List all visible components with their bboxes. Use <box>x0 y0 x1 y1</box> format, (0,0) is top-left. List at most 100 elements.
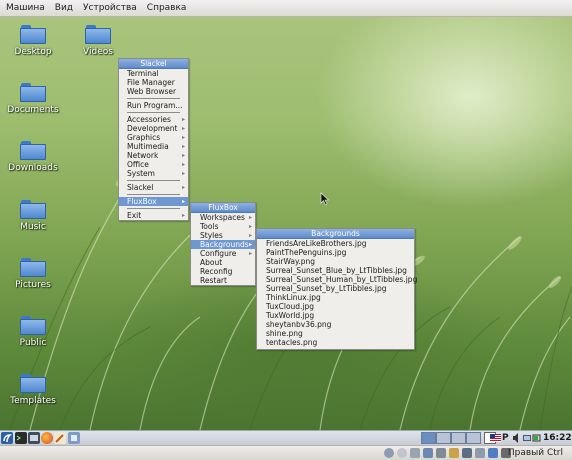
folder-icon <box>20 25 46 44</box>
menu-item-label: FluxBox <box>127 197 157 206</box>
shared-folders-icon[interactable] <box>449 448 459 458</box>
workspace-2[interactable] <box>436 432 451 444</box>
menu-item-office[interactable]: Office ▸ <box>119 160 188 169</box>
desktop-icon-videos[interactable]: Videos <box>70 25 126 57</box>
background-item[interactable]: sheytanbv36.png <box>257 320 414 329</box>
menu-item-restart[interactable]: Restart <box>191 276 255 285</box>
battery-icon[interactable] <box>532 432 542 444</box>
menu-machine[interactable]: Машина <box>0 3 50 13</box>
vbox-statusbar: Правый Ctrl <box>0 445 572 460</box>
file-manager-icon[interactable] <box>68 432 80 444</box>
fluxbox-submenu-title: FluxBox <box>191 203 255 213</box>
submenu-arrow-icon: ▸ <box>181 170 185 177</box>
desktop[interactable]: Desktop Videos Documents Downloads Music… <box>0 17 572 430</box>
workspace-1[interactable] <box>421 432 436 444</box>
menu-item-styles[interactable]: Styles ▸ <box>191 231 255 240</box>
network-adapter-icon[interactable] <box>423 448 433 458</box>
workspace-3[interactable] <box>451 432 466 444</box>
menu-item-graphics[interactable]: Graphics ▸ <box>119 133 188 142</box>
menu-item-label: Network <box>127 151 159 160</box>
submenu-arrow-icon: ▸ <box>181 125 185 132</box>
menu-bottom-padding <box>257 347 414 349</box>
background-item[interactable]: PaintThePenguins.jpg <box>257 248 414 257</box>
host-key-label: Правый Ctrl <box>507 448 563 458</box>
menu-view[interactable]: Вид <box>50 3 78 13</box>
slackel-menu-icon[interactable] <box>1 432 13 444</box>
menu-item-reconfig[interactable]: Reconfig <box>191 267 255 276</box>
menu-item-about[interactable]: About <box>191 258 255 267</box>
backgrounds-submenu: Backgrounds FriendsAreLikeBrothers.jpg P… <box>256 228 417 350</box>
menu-devices[interactable]: Устройства <box>78 3 142 13</box>
us-flag-icon[interactable] <box>490 434 501 442</box>
background-item[interactable]: StairWay.png <box>257 257 414 266</box>
firefox-icon[interactable] <box>41 432 53 444</box>
submenu-arrow-icon: ▸ <box>181 212 185 219</box>
text-editor-icon[interactable] <box>54 432 66 444</box>
background-item[interactable]: shine.png <box>257 329 414 338</box>
background-item[interactable]: ThinkLinux.jpg <box>257 293 414 302</box>
background-item[interactable]: Surreal_Sunset_Human_by_LtTibbles.jpg <box>257 275 417 284</box>
clock[interactable]: 16:22 <box>543 432 572 444</box>
desktop-icon-public[interactable]: Public <box>5 316 61 348</box>
menu-item-workspaces[interactable]: Workspaces ▸ <box>191 213 255 222</box>
desktop-icon-documents[interactable]: Documents <box>5 83 61 115</box>
submenu-arrow-icon: ▸ <box>181 184 185 191</box>
terminal-icon[interactable] <box>15 432 27 444</box>
menu-item-network[interactable]: Network ▸ <box>119 151 188 160</box>
root-menu: Slackel Terminal File Manager Web Browse… <box>118 58 189 221</box>
background-item[interactable]: TuxWorld.jpg <box>257 311 414 320</box>
workspace-4[interactable] <box>466 432 481 444</box>
display-icon[interactable] <box>462 448 472 458</box>
background-item[interactable]: Surreal_Sunset_by_LtTibbles.jpg <box>257 284 414 293</box>
menu-item-backgrounds[interactable]: Backgrounds ▸ <box>191 240 255 249</box>
desktop-icon-label: Documents <box>7 105 59 115</box>
folder-icon <box>20 374 46 393</box>
background-item[interactable]: TuxCloud.jpg <box>257 302 414 311</box>
menu-item-multimedia[interactable]: Multimedia ▸ <box>119 142 188 151</box>
hdd-icon[interactable] <box>384 448 394 458</box>
menu-help[interactable]: Справка <box>142 3 192 13</box>
desktop-icon-label: Desktop <box>14 47 52 57</box>
menu-item-system[interactable]: System ▸ <box>119 169 188 178</box>
menu-item-configure[interactable]: Configure ▸ <box>191 249 255 258</box>
keyboard-layout-indicator[interactable]: P <box>502 432 510 444</box>
submenu-arrow-icon: ▸ <box>248 241 252 248</box>
menu-item-accessories[interactable]: Accessories ▸ <box>119 115 188 124</box>
menu-item-fluxbox[interactable]: FluxBox ▸ <box>119 197 188 206</box>
background-item[interactable]: FriendsAreLikeBrothers.jpg <box>257 239 414 248</box>
menu-item-terminal[interactable]: Terminal <box>119 69 188 78</box>
submenu-arrow-icon: ▸ <box>248 250 252 257</box>
menu-item-run-program[interactable]: Run Program... <box>119 101 188 110</box>
menu-item-label: Tools <box>200 222 219 231</box>
menu-item-exit[interactable]: Exit ▸ <box>119 211 188 220</box>
optical-drive-icon[interactable] <box>397 448 407 458</box>
menu-item-label: Exit <box>127 211 142 220</box>
menu-item-label: Office <box>127 160 149 169</box>
background-item[interactable]: tentacles.png <box>257 338 414 347</box>
audio-icon[interactable] <box>410 448 420 458</box>
menu-item-web-browser[interactable]: Web Browser <box>119 87 188 96</box>
network-icon[interactable] <box>522 432 532 444</box>
menu-item-tools[interactable]: Tools ▸ <box>191 222 255 231</box>
volume-icon[interactable] <box>512 432 521 444</box>
desktop-icon-downloads[interactable]: Downloads <box>5 141 61 173</box>
workspace-pager <box>421 432 481 444</box>
desktop-icon-templates[interactable]: Templates <box>5 374 61 406</box>
background-item[interactable]: Surreal_Sunset_Blue_by_LtTibbles.jpg <box>257 266 414 275</box>
usb-icon[interactable] <box>436 448 446 458</box>
desktop-icon-music[interactable]: Music <box>5 200 61 232</box>
fluxbox-toolbar: P 16:22 <box>0 430 572 445</box>
menu-item-label: Accessories <box>127 115 171 124</box>
desktop-icon-desktop[interactable]: Desktop <box>5 25 61 57</box>
menu-item-label: Styles <box>200 231 223 240</box>
submenu-arrow-icon: ▸ <box>181 143 185 150</box>
terminal-2-icon[interactable] <box>28 432 40 444</box>
folder-icon <box>20 316 46 335</box>
menu-item-development[interactable]: Development ▸ <box>119 124 188 133</box>
fluxbox-submenu: FluxBox Workspaces ▸ Tools ▸ Styles ▸ Backg… <box>190 202 256 286</box>
desktop-icon-pictures[interactable]: Pictures <box>5 258 61 290</box>
cpu-icon[interactable] <box>488 448 498 458</box>
menu-item-slackel[interactable]: Slackel ▸ <box>119 183 188 192</box>
video-capture-icon[interactable] <box>475 448 485 458</box>
menu-item-file-manager[interactable]: File Manager <box>119 78 188 87</box>
